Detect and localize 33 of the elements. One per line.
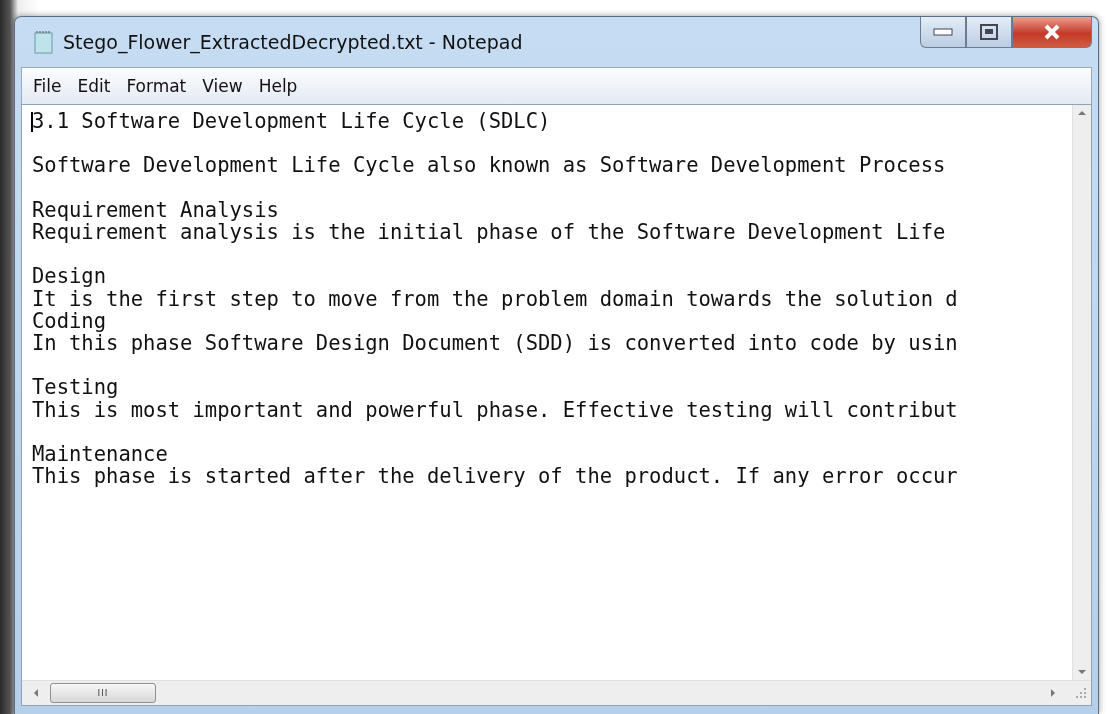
window-title: Stego_Flower_ExtractedDecrypted.txt - Notepad (63, 31, 523, 53)
maximize-icon (980, 24, 998, 40)
menu-item[interactable]: View (195, 74, 250, 98)
maximize-button[interactable] (966, 17, 1012, 48)
scroll-left-arrow-icon[interactable] (32, 688, 40, 698)
menu-item[interactable]: Format (119, 74, 194, 98)
text-line: Maintenance (32, 442, 169, 466)
text-line: Requirement analysis is the initial phase of the Software Development Life (32, 221, 947, 244)
menu-item[interactable]: Help (251, 74, 305, 98)
minimize-icon (933, 28, 953, 36)
scroll-thumb[interactable]: III (50, 683, 156, 703)
menu-item[interactable]: File (26, 74, 69, 98)
horizontal-scrollbar[interactable]: III (22, 680, 1091, 705)
scroll-up-arrow-icon[interactable] (1077, 109, 1087, 117)
text-line: Software Development Life Cycle also known as Software Development Process (32, 154, 947, 177)
menu-item[interactable]: Edit (70, 74, 118, 98)
resize-grip-icon[interactable] (1075, 687, 1087, 699)
text-line: This is most important and powerful phase. Effective testing will contribut (32, 398, 959, 421)
text-line: Testing (32, 376, 120, 399)
minimize-button[interactable] (920, 17, 966, 48)
text-line: 3.1 Software Development Life Cycle (SDLC) (32, 110, 552, 133)
text-line: Design (32, 265, 108, 288)
scroll-right-arrow-icon[interactable] (1049, 688, 1057, 698)
text-line: Coding (32, 309, 108, 332)
notepad-icon (33, 30, 55, 54)
close-icon (1043, 24, 1061, 40)
close-button[interactable] (1012, 17, 1092, 48)
text-line: It is the first step to move from the problem domain towards the solution d (32, 287, 959, 310)
vertical-scrollbar[interactable] (1072, 105, 1091, 680)
text-line: In this phase Software Design Document (SDD) is converted into code by usin (32, 332, 959, 355)
scroll-down-arrow-icon[interactable] (1077, 668, 1087, 676)
text-line: This phase is started after the delivery of the product. If any error occur (32, 465, 959, 488)
text-line: Requirement Analysis (32, 198, 280, 221)
